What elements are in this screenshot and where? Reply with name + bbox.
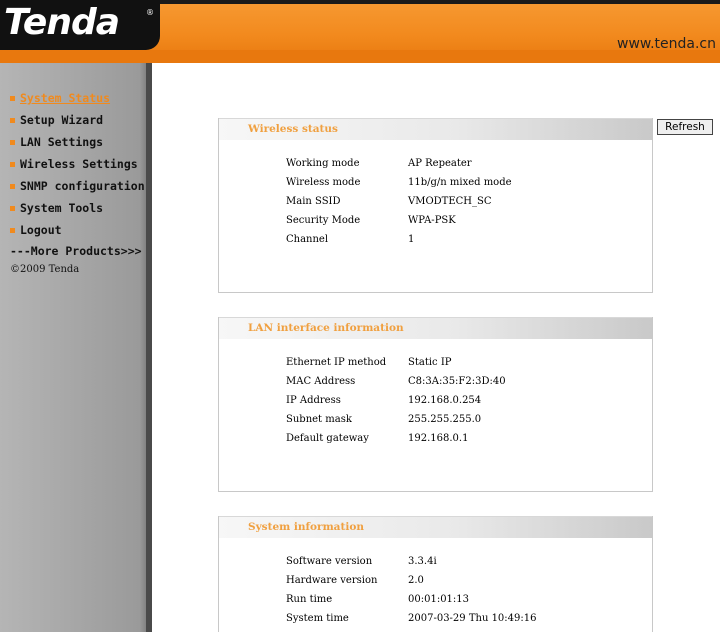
info-row: Hardware version 2.0: [286, 571, 536, 590]
info-label: Main SSID: [286, 196, 341, 207]
panel-title: System information: [248, 521, 364, 533]
logo-registered-mark: ®: [146, 8, 154, 17]
bullet-icon: [10, 95, 15, 101]
info-value: VMODTECH_SC: [408, 196, 492, 207]
logo-text: Tenda: [4, 2, 120, 43]
panel-title: LAN interface information: [248, 322, 404, 334]
info-row: Channel 1: [286, 230, 512, 249]
system-info-panel: System information Software version 3.3.4…: [218, 516, 653, 632]
info-label: System time: [286, 613, 349, 624]
info-label: Security Mode: [286, 215, 361, 226]
info-row: Security Mode WPA-PSK: [286, 211, 512, 230]
sidebar-item-lan-settings[interactable]: LAN Settings: [10, 131, 145, 153]
sidebar-item-label: SNMP configuration: [20, 179, 145, 193]
sidebar-item-label: Setup Wizard: [20, 113, 104, 127]
info-label: Wireless mode: [286, 177, 361, 188]
sidebar-item-snmp-configuration[interactable]: SNMP configuration: [10, 175, 145, 197]
info-label: Run time: [286, 594, 333, 605]
info-value: 192.168.0.1: [408, 433, 469, 444]
sidebar-item-label: Wireless Settings: [20, 157, 138, 171]
info-row: Main SSID VMODTECH_SC: [286, 192, 512, 211]
bullet-icon: [10, 183, 15, 189]
info-rows: Working mode AP Repeater Wireless mode 11b…: [286, 154, 512, 249]
copyright: ©2009 Tenda: [10, 264, 80, 275]
info-label: Default gateway: [286, 433, 369, 444]
wireless-status-panel: Wireless status Working mode AP Repeater …: [218, 118, 653, 293]
info-value: WPA-PSK: [408, 215, 456, 226]
info-rows: Software version 3.3.4i Hardware version 2…: [286, 552, 536, 628]
info-value: 00:01:01:13: [408, 594, 470, 605]
info-row: Working mode AP Repeater: [286, 154, 512, 173]
sidebar-item-wireless-settings[interactable]: Wireless Settings: [10, 153, 145, 175]
info-value: 11b/g/n mixed mode: [408, 177, 512, 188]
info-value: 1: [408, 234, 415, 245]
info-value: 3.3.4i: [408, 556, 437, 567]
sidebar-item-system-tools[interactable]: System Tools: [10, 197, 145, 219]
info-row: Default gateway 192.168.0.1: [286, 429, 506, 448]
info-label: IP Address: [286, 395, 341, 406]
sidebar-nav: System Status Setup Wizard LAN Settings …: [10, 87, 145, 241]
sidebar-item-system-status[interactable]: System Status: [10, 87, 145, 109]
panel-title: Wireless status: [248, 123, 338, 135]
logo: Tenda ®: [0, 0, 160, 50]
info-row: System time 2007-03-29 Thu 10:49:16: [286, 609, 536, 628]
info-row: Run time 00:01:01:13: [286, 590, 536, 609]
bullet-icon: [10, 205, 15, 211]
info-row: Software version 3.3.4i: [286, 552, 536, 571]
info-value: 192.168.0.254: [408, 395, 482, 406]
bullet-icon: [10, 117, 15, 123]
lan-info-panel: LAN interface information Ethernet IP me…: [218, 317, 653, 492]
sidebar: System Status Setup Wizard LAN Settings …: [0, 63, 152, 632]
info-value: 2.0: [408, 575, 424, 586]
info-row: MAC Address C8:3A:35:F2:3D:40: [286, 372, 506, 391]
info-row: Subnet mask 255.255.255.0: [286, 410, 506, 429]
bullet-icon: [10, 161, 15, 167]
info-label: Working mode: [286, 158, 360, 169]
sidebar-edge: [146, 63, 152, 632]
sidebar-item-setup-wizard[interactable]: Setup Wizard: [10, 109, 145, 131]
sidebar-item-label: System Status: [20, 91, 111, 105]
site-url: www.tenda.cn: [617, 36, 716, 52]
info-rows: Ethernet IP method Static IP MAC Address C…: [286, 353, 506, 448]
sidebar-item-label: System Tools: [20, 201, 104, 215]
info-value: C8:3A:35:F2:3D:40: [408, 376, 506, 387]
info-label: Channel: [286, 234, 329, 245]
info-label: Ethernet IP method: [286, 357, 387, 368]
info-label: MAC Address: [286, 376, 356, 387]
bullet-icon: [10, 227, 15, 233]
info-value: AP Repeater: [408, 158, 472, 169]
info-row: Wireless mode 11b/g/n mixed mode: [286, 173, 512, 192]
bullet-icon: [10, 139, 15, 145]
refresh-button[interactable]: Refresh: [657, 119, 713, 135]
info-label: Hardware version: [286, 575, 378, 586]
info-value: 2007-03-29 Thu 10:49:16: [408, 613, 537, 624]
header-banner: Tenda ® www.tenda.cn: [0, 0, 720, 63]
sidebar-item-label: Logout: [20, 223, 62, 237]
info-label: Subnet mask: [286, 414, 352, 425]
info-value: Static IP: [408, 357, 452, 368]
info-row: Ethernet IP method Static IP: [286, 353, 506, 372]
more-products-link[interactable]: ---More Products>>>: [10, 244, 142, 258]
info-label: Software version: [286, 556, 373, 567]
header-band: [0, 50, 720, 63]
info-value: 255.255.255.0: [408, 414, 482, 425]
sidebar-item-logout[interactable]: Logout: [10, 219, 145, 241]
sidebar-item-label: LAN Settings: [20, 135, 104, 149]
info-row: IP Address 192.168.0.254: [286, 391, 506, 410]
